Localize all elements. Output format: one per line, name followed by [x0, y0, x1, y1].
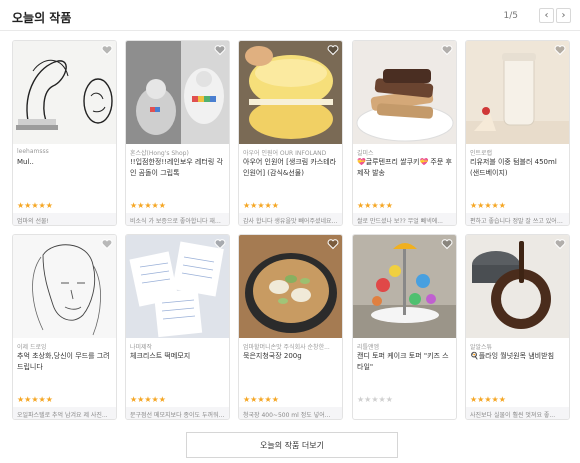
- review-snippet: 감사 합니다 생유을맛 빼어주셨네요...: [239, 213, 342, 225]
- heart-icon[interactable]: [101, 44, 113, 56]
- product-image[interactable]: [239, 41, 342, 144]
- product-image[interactable]: [353, 235, 456, 338]
- chevron-right-icon: ›: [561, 10, 566, 21]
- review-snippet: 문구점선 메모지보다 종이도 두꺼워요...: [126, 407, 229, 419]
- product-card[interactable]: 리틀앤엠 캔디 토퍼 케이크 토퍼 "키즈 스타일" ★★★★★: [352, 234, 457, 420]
- rating-stars: ★★★★★: [470, 395, 506, 404]
- product-name[interactable]: 💝글루텐프리 쌀쿠키💝 주문 후 제작 발송: [357, 157, 454, 179]
- rating-stars: ★★★★★: [357, 395, 393, 404]
- product-image[interactable]: [466, 235, 569, 338]
- product-name[interactable]: Mul..: [17, 157, 114, 179]
- artist-name[interactable]: 길미스: [357, 148, 454, 157]
- review-snippet: 쌀로 만드셨나 보?? 무얼 빼넥에...: [353, 213, 456, 225]
- artist-name[interactable]: leehamsss: [17, 148, 114, 155]
- heart-icon[interactable]: [441, 44, 453, 56]
- prev-page-button[interactable]: ‹: [539, 8, 554, 23]
- product-image[interactable]: [126, 41, 229, 144]
- section-title: 오늘의 작품: [12, 11, 72, 25]
- product-card[interactable]: 이제 드로잉 추억 초상화,당신이 무드를 그려드립니다 ★★★★★ 오일파스텔…: [12, 234, 117, 420]
- artist-name[interactable]: 알알스튜: [470, 342, 567, 351]
- product-image[interactable]: [126, 235, 229, 338]
- product-image[interactable]: [466, 41, 569, 144]
- rating-stars: ★★★★★: [470, 201, 506, 210]
- product-name[interactable]: 🍳플라잉 월넛원목 냄비받침: [470, 351, 567, 373]
- next-page-button[interactable]: ›: [556, 8, 571, 23]
- heart-icon[interactable]: [101, 238, 113, 250]
- heart-icon[interactable]: [554, 238, 566, 250]
- header-divider: [0, 30, 580, 31]
- review-snippet: 사진보다 실물이 훨씬 멋져요 좋...: [466, 407, 569, 419]
- heart-icon[interactable]: [441, 238, 453, 250]
- review-snippet: 엄마의 선물!: [13, 213, 116, 225]
- rating-stars: ★★★★★: [243, 201, 279, 210]
- product-name[interactable]: 묵은지청국장 200g: [243, 351, 340, 373]
- product-card[interactable]: 알알스튜 🍳플라잉 월넛원목 냄비받침 ★★★★★ 사진보다 실물이 훨씬 멋져…: [465, 234, 570, 420]
- artist-name[interactable]: 혼스샵(Hong's Shop): [130, 148, 227, 157]
- product-card[interactable]: 엄마할머니손맛 주식회사 순창한... 묵은지청국장 200g ★★★★★ 청국…: [238, 234, 343, 420]
- heart-icon[interactable]: [214, 44, 226, 56]
- review-snippet: 편하고 좋습니다 정말 잘 쓰고 있어요...: [466, 213, 569, 225]
- product-card[interactable]: leehamsss Mul.. ★★★★★ 엄마의 선물!: [12, 40, 117, 226]
- product-image[interactable]: [13, 41, 116, 144]
- rating-stars: ★★★★★: [243, 395, 279, 404]
- product-card[interactable]: 혼스샵(Hong's Shop) !!입점한정!!레인보우 레터링 각인 곰돌이…: [125, 40, 230, 226]
- product-image[interactable]: [13, 235, 116, 338]
- rating-stars: ★★★★★: [130, 395, 166, 404]
- heart-icon[interactable]: [327, 238, 339, 250]
- product-card[interactable]: 인트로랩 리유저블 이중 텀블러 450ml (샌드베이지) ★★★★★ 편하고…: [465, 40, 570, 226]
- view-more-button[interactable]: 오늘의 작품 더보기: [186, 432, 398, 458]
- artist-name[interactable]: 이제 드로잉: [17, 342, 114, 351]
- product-name[interactable]: 캔디 토퍼 케이크 토퍼 "키즈 스타일": [357, 351, 454, 373]
- review-snippet: 오일파스텔로 추억 남겨요 제 사진...: [13, 407, 116, 419]
- heart-icon[interactable]: [327, 44, 339, 56]
- rating-stars: ★★★★★: [357, 201, 393, 210]
- chevron-left-icon: ‹: [544, 10, 549, 21]
- section-header: 오늘의 작품 1/5 ‹ ›: [0, 0, 580, 34]
- product-card[interactable]: 나미제작 체크리스트 떡메모지 ★★★★★ 문구점선 메모지보다 종이도 두꺼워…: [125, 234, 230, 420]
- artist-name[interactable]: 엄마할머니손맛 주식회사 순창한...: [243, 342, 340, 351]
- product-image[interactable]: [353, 41, 456, 144]
- artist-name[interactable]: 나미제작: [130, 342, 227, 351]
- product-card[interactable]: 길미스 💝글루텐프리 쌀쿠키💝 주문 후 제작 발송 ★★★★★ 쌀로 만드셨나…: [352, 40, 457, 226]
- product-name[interactable]: 추억 초상화,당신이 무드를 그려드립니다: [17, 351, 114, 373]
- review-snippet: 비소식 가 보증으로 좋아합니다 재주문...: [126, 213, 229, 225]
- page-indicator: 1/5: [503, 11, 518, 21]
- product-name[interactable]: 리유저블 이중 텀블러 450ml (샌드베이지): [470, 157, 567, 179]
- rating-stars: ★★★★★: [17, 201, 53, 210]
- rating-stars: ★★★★★: [17, 395, 53, 404]
- artist-name[interactable]: 인트로랩: [470, 148, 567, 157]
- product-name[interactable]: 체크리스트 떡메모지: [130, 351, 227, 373]
- heart-icon[interactable]: [214, 238, 226, 250]
- artist-name[interactable]: 아우어 인원어 OUR INFOLAND: [243, 148, 340, 157]
- product-card[interactable]: 아우어 인원어 OUR INFOLAND 아우어 인원어 [생크림 카스테라 인…: [238, 40, 343, 226]
- heart-icon[interactable]: [554, 44, 566, 56]
- rating-stars: ★★★★★: [130, 201, 166, 210]
- artist-name[interactable]: 리틀앤엠: [357, 342, 454, 351]
- product-image[interactable]: [239, 235, 342, 338]
- review-snippet: 청국장 400~500 ml 정도 넣어...: [239, 407, 342, 419]
- product-name[interactable]: 아우어 인원어 [생크림 카스테라 인원어] (감식&선물): [243, 157, 340, 179]
- product-name[interactable]: !!입점한정!!레인보우 레터링 각인 곰돌이 그립톡: [130, 157, 227, 179]
